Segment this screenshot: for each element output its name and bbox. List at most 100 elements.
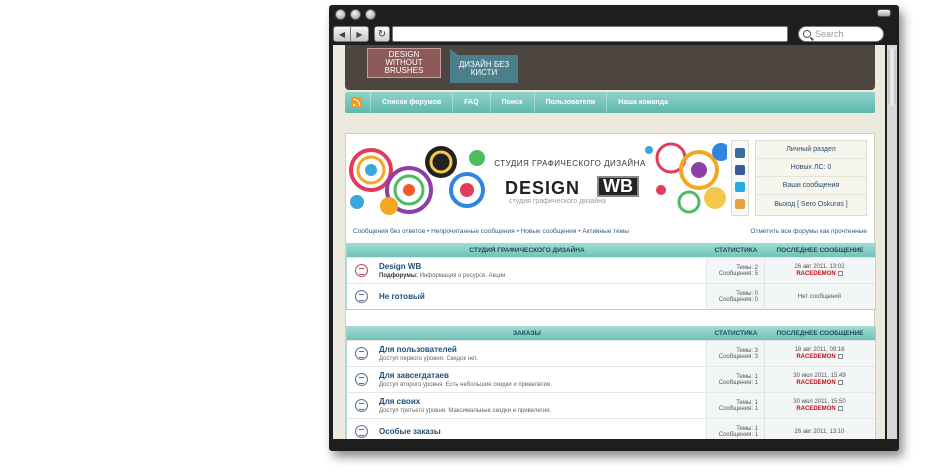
forward-button[interactable]: ▶ — [351, 26, 369, 42]
banner-swirl-right — [645, 142, 727, 214]
post-count: Сообщения: 3 — [718, 353, 758, 360]
logo-tab-english[interactable]: DESIGN WITHOUT BRUSHES — [367, 48, 441, 78]
close-window-button[interactable] — [335, 9, 346, 20]
last-post-header: Последнее сообщение — [776, 247, 864, 254]
banner-title-small: СТУДИЯ ГРАФИЧЕСКОГО ДИЗАЙНА — [494, 159, 646, 168]
last-post-author[interactable]: RACEDEMON — [765, 353, 874, 360]
social-links — [731, 140, 749, 216]
nav-faq[interactable]: FAQ — [452, 92, 489, 113]
forum-unread-icon — [354, 264, 368, 277]
author-name[interactable]: RACEDEMON — [796, 406, 835, 412]
personal-area-link[interactable]: Личный раздел — [756, 141, 866, 159]
post-count: Сообщения: 1 — [718, 379, 758, 386]
last-post: Нет сообщений — [764, 284, 874, 309]
arrow-left-icon: ◀ — [338, 29, 346, 39]
reload-button[interactable]: ↻ — [374, 26, 390, 42]
last-post: 30 июл 2011, 15:49 RACEDEMON — [764, 367, 874, 392]
forum-title[interactable]: Для своих — [379, 397, 706, 406]
your-posts-link[interactable]: Ваши сообщения — [756, 177, 866, 195]
forum-read-icon — [354, 347, 368, 360]
facebook-icon[interactable] — [735, 164, 745, 175]
user-panel: Личный раздел Новых ЛС: 0 Ваши сообщения… — [755, 140, 867, 216]
browser-toolbar: ◀ ▶ ↻ Search — [333, 23, 895, 45]
forum-title[interactable]: Особые заказы — [379, 427, 706, 436]
forum-row: Не готовый Темы: 0 Сообщения: 0 Нет сооб… — [347, 283, 875, 309]
nav-team[interactable]: Наша команда — [606, 92, 679, 113]
search-placeholder: Search — [815, 29, 844, 39]
rss-icon[interactable] — [351, 97, 362, 108]
subforums-list[interactable]: Информация о ресурсе, Акции — [420, 273, 506, 279]
forum-read-icon — [354, 425, 368, 438]
address-bar[interactable] — [392, 26, 788, 42]
last-post: 30 июл 2011, 15:50 RACEDEMON — [764, 393, 874, 418]
mark-all-read-link[interactable]: Отметить все форумы как прочтенные — [750, 228, 867, 235]
banner-swirl-left — [349, 146, 485, 215]
last-post-author[interactable]: RACEDEMON — [765, 379, 874, 386]
last-post-author[interactable]: RACEDEMON — [765, 405, 874, 412]
forum-row: Для завсегдатаев Доступ второго уровня. … — [347, 366, 875, 392]
forum-description: Доступ первого уровня. Скидок нет. — [379, 356, 478, 362]
last-post: 26 авг 2011, 13:10 — [764, 419, 874, 439]
goto-post-icon[interactable] — [837, 379, 843, 385]
twitter-icon[interactable] — [735, 181, 745, 192]
search-field[interactable]: Search — [798, 26, 884, 42]
category-header: Заказы Статистика Последнее сообщение — [347, 327, 875, 340]
forum-stats: Темы: 1 Сообщения: 1 — [706, 393, 764, 418]
stats-header: Статистика — [714, 247, 758, 254]
forum-row: Design WB Подфорумы: Информация о ресурс… — [347, 257, 875, 283]
last-post-author[interactable]: RACEDEMON — [765, 270, 874, 277]
team-icon[interactable] — [735, 198, 745, 209]
subforums-label: Подфорумы: — [379, 273, 418, 279]
vertical-scrollbar[interactable] — [887, 45, 897, 439]
vk-icon[interactable] — [735, 147, 745, 158]
browser-window: ◀ ▶ ↻ Search DESIGN WITHOUT BRUSHES ДИЗА… — [329, 5, 899, 451]
minimize-window-button[interactable] — [350, 9, 361, 20]
last-post: 26 авг 2011, 13:02 RACEDEMON — [764, 258, 874, 283]
page-viewport: DESIGN WITHOUT BRUSHES ДИЗАЙН БЕЗ КИСТИ … — [333, 45, 885, 439]
author-name[interactable]: RACEDEMON — [796, 380, 835, 386]
author-name[interactable]: RACEDEMON — [796, 271, 835, 277]
forum-row: Для пользователей Доступ первого уровня.… — [347, 340, 875, 366]
forum-stats: Темы: 1 Сообщения: 1 — [706, 419, 764, 439]
stats-header: Статистика — [714, 330, 758, 337]
nav-users[interactable]: Пользователи — [533, 92, 607, 113]
banner-title-box: WB — [597, 176, 639, 197]
forum-description: Подфорумы: Информация о ресурсе, Акции — [379, 273, 706, 279]
goto-post-icon[interactable] — [837, 405, 843, 411]
forum-title[interactable]: Design WB — [379, 262, 706, 271]
forum-title[interactable]: Для пользователей — [379, 345, 706, 354]
new-messages-link[interactable]: Новых ЛС: 0 — [756, 159, 866, 177]
author-name[interactable]: RACEDEMON — [796, 354, 835, 360]
site-banner: СТУДИЯ ГРАФИЧЕСКОГО ДИЗАЙНА DESIGN WB ст… — [349, 140, 727, 216]
last-post-date: 18 авг 2011, 09:16 — [794, 346, 845, 353]
post-count: Сообщения: 0 — [718, 296, 758, 303]
forum-title[interactable]: Для завсегдатаев — [379, 371, 706, 380]
post-count: Сообщения: 1 — [718, 431, 758, 438]
forum-stats: Темы: 3 Сообщения: 3 — [706, 341, 764, 366]
forum-description: Доступ третьего уровня. Максимальные ски… — [379, 408, 552, 414]
nav-search[interactable]: Поиск — [489, 92, 534, 113]
back-button[interactable]: ◀ — [333, 26, 351, 42]
category-title[interactable]: Заказы — [347, 330, 707, 337]
forum-stats: Темы: 0 Сообщения: 0 — [706, 284, 764, 309]
last-post-date: 30 июл 2011, 15:50 — [793, 398, 846, 405]
quick-links[interactable]: Сообщения без ответов • Непрочитанные со… — [353, 228, 629, 235]
reload-icon: ↻ — [377, 28, 387, 40]
logout-link[interactable]: Выход [ Sero Oskuras ] — [756, 195, 866, 213]
last-post: 18 авг 2011, 09:16 RACEDEMON — [764, 341, 874, 366]
nav-forum-list[interactable]: Список форумов — [370, 92, 452, 113]
forum-stats: Темы: 2 Сообщения: 5 — [706, 258, 764, 283]
zoom-window-button[interactable] — [365, 9, 376, 20]
forum-row: Для своих Доступ третьего уровня. Максим… — [347, 392, 875, 418]
toolbar-toggle-button[interactable] — [877, 9, 891, 17]
site-header: DESIGN WITHOUT BRUSHES ДИЗАЙН БЕЗ КИСТИ — [345, 45, 875, 90]
forum-row: Особые заказы Темы: 1 Сообщения: 1 26 ав… — [347, 418, 875, 439]
last-post-date: 26 авг 2011, 13:02 — [794, 263, 845, 270]
category-title[interactable]: Студия графического дизайна — [347, 247, 707, 254]
forum-title[interactable]: Не готовый — [379, 292, 706, 301]
last-post-date: Нет сообщений — [797, 293, 842, 300]
logo-tab-russian[interactable]: ДИЗАЙН БЕЗ КИСТИ — [450, 49, 518, 83]
scrollbar-thumb[interactable] — [888, 48, 896, 106]
goto-post-icon[interactable] — [837, 270, 843, 276]
goto-post-icon[interactable] — [837, 353, 843, 359]
